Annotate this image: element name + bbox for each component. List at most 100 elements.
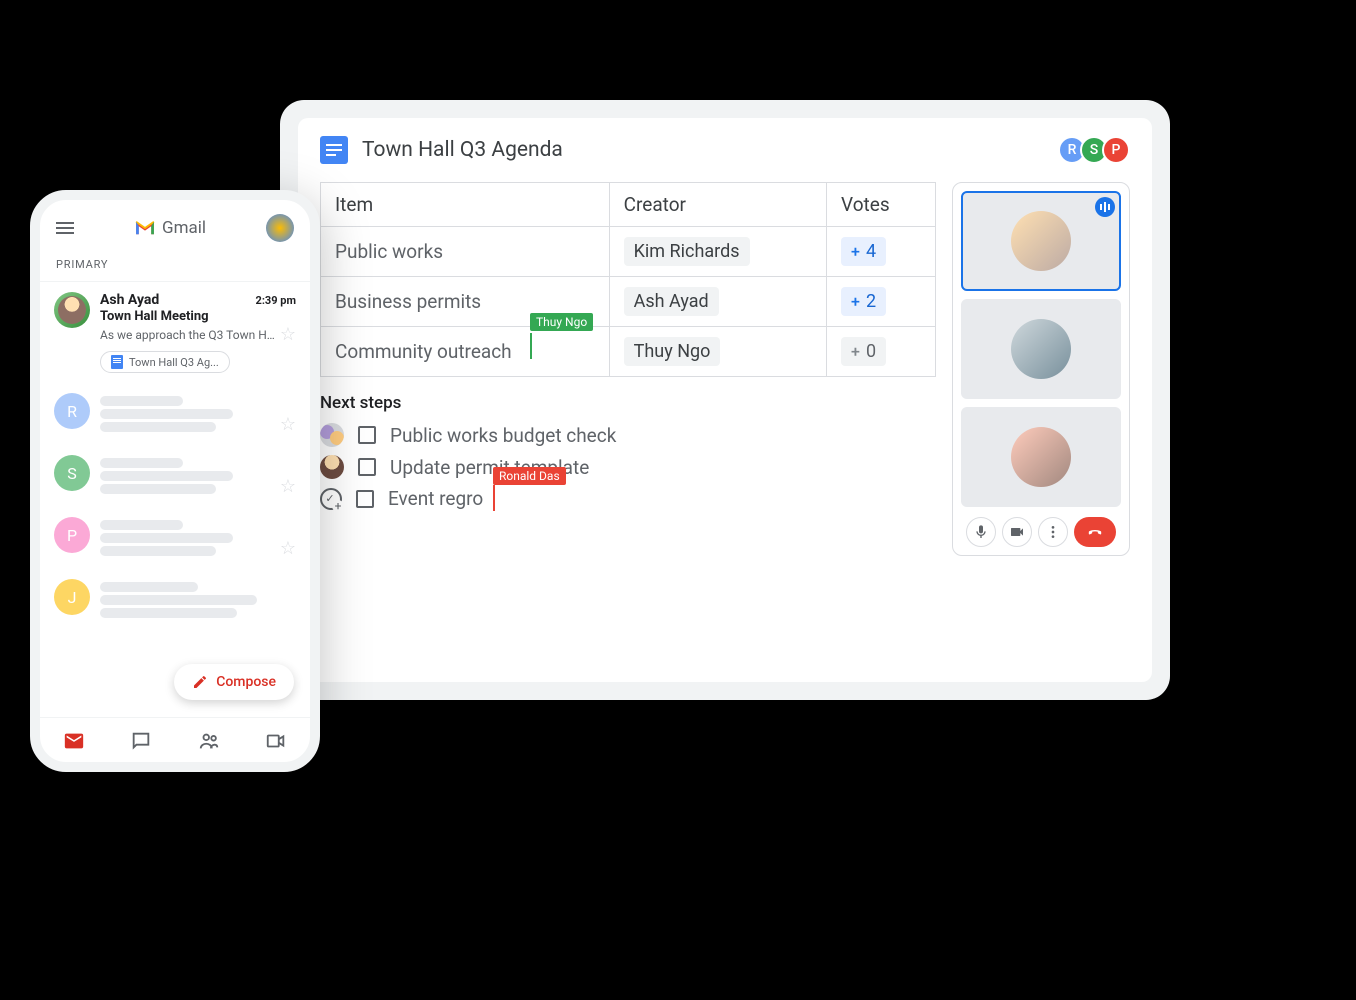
creator-chip[interactable]: Kim Richards [624,237,750,266]
laptop-frame: Town Hall Q3 Agenda R S P Item Creator V… [280,100,1170,700]
creator-chip[interactable]: Thuy Ngo [624,337,721,366]
more-vertical-icon [1045,524,1061,540]
participant-video [1011,427,1071,487]
email-item-placeholder[interactable]: P ☆ [40,507,310,569]
phone-frame: Gmail PRIMARY Ash Ayad 2:39 pm Town Hall… [30,190,320,772]
collab-cursor-red [493,485,495,511]
email-time: 2:39 pm [256,294,296,307]
collab-cursor-label-red: Ronald Das [493,467,566,485]
agenda-table[interactable]: Item Creator Votes Public works Kim Rich… [320,182,936,377]
task-row[interactable]: Public works budget check [320,423,936,447]
sender-avatar-icon [54,292,90,328]
add-task-icon[interactable] [320,488,342,510]
email-item-placeholder[interactable]: R ☆ [40,383,310,445]
inbox-category-label[interactable]: PRIMARY [40,250,310,282]
task-row[interactable]: Update permit template [320,455,936,479]
task-text[interactable]: Event regro Ronald Das [388,487,483,510]
meet-panel [952,182,1130,556]
gmail-m-icon [134,220,156,236]
checkbox[interactable] [358,426,376,444]
attachment-chip[interactable]: Town Hall Q3 Ag... [100,351,230,373]
vote-chip[interactable]: +2 [841,287,886,316]
sender-avatar-icon: S [54,455,90,491]
attachment-name: Town Hall Q3 Ag... [129,356,219,369]
people-icon [198,730,220,752]
docs-app: Town Hall Q3 Agenda R S P Item Creator V… [298,118,1152,682]
meet-tab[interactable] [265,730,287,752]
th-creator: Creator [609,183,826,227]
th-votes: Votes [827,183,936,227]
bottom-nav [40,717,310,762]
star-icon[interactable]: ☆ [280,414,296,435]
google-docs-icon [320,136,348,164]
speaking-indicator-icon [1095,197,1115,217]
star-icon[interactable]: ☆ [280,324,296,345]
vote-chip[interactable]: +4 [841,237,886,266]
account-avatar[interactable] [266,214,294,242]
email-item[interactable]: Ash Ayad 2:39 pm Town Hall Meeting As we… [40,282,310,383]
table-row: Business permits Ash Ayad +2 [321,277,936,327]
chat-icon [130,730,152,752]
collab-cursor-label-green: Thuy Ngo [530,313,593,331]
email-sender: Ash Ayad [100,292,159,308]
email-item-placeholder[interactable]: S ☆ [40,445,310,507]
chat-tab[interactable] [130,730,152,752]
docs-header: Town Hall Q3 Agenda R S P [320,136,1130,164]
video-icon [265,730,287,752]
star-icon[interactable]: ☆ [280,476,296,497]
menu-button[interactable] [56,222,74,234]
email-item-placeholder[interactable]: J [40,569,310,631]
participant-video [1011,319,1071,379]
mail-icon [63,730,85,752]
compose-button[interactable]: Compose [174,664,294,700]
meet-participant-tile[interactable] [961,407,1121,507]
checkbox[interactable] [356,490,374,508]
collaborator-avatar-p[interactable]: P [1102,136,1130,164]
hangup-icon [1087,524,1103,540]
hangup-button[interactable] [1074,517,1116,547]
next-steps-heading: Next steps [320,393,936,413]
cell-item[interactable]: Community outreach Thuy Ngo [321,327,610,377]
mic-icon [973,524,989,540]
collab-cursor-green [530,333,532,359]
camera-button[interactable] [1002,517,1032,547]
next-steps-section: Next steps Public works budget check Upd… [320,393,936,510]
checkbox[interactable] [358,458,376,476]
star-icon[interactable]: ☆ [280,538,296,559]
compose-label: Compose [216,674,276,690]
vote-chip[interactable]: +0 [841,337,886,366]
spaces-tab[interactable] [198,730,220,752]
task-text[interactable]: Public works budget check [390,424,616,447]
camera-icon [1009,524,1025,540]
cell-item[interactable]: Public works [321,227,610,277]
meet-participant-tile[interactable] [961,299,1121,399]
docs-content[interactable]: Item Creator Votes Public works Kim Rich… [320,182,936,556]
docs-attachment-icon [111,355,123,369]
pencil-icon [192,674,208,690]
gmail-header: Gmail [40,200,310,250]
participant-video [1011,211,1071,271]
table-row: Public works Kim Richards +4 [321,227,936,277]
collaborator-avatars: R S P [1064,136,1130,164]
th-item: Item [321,183,610,227]
assignee-avatar-icon[interactable] [320,423,344,447]
plus-icon: + [851,242,860,261]
mic-button[interactable] [966,517,996,547]
email-subject: Town Hall Meeting [100,309,296,324]
mail-tab[interactable] [63,730,85,752]
gmail-logo: Gmail [134,218,206,238]
gmail-app-name: Gmail [162,218,206,238]
assignee-avatar-icon[interactable] [320,455,344,479]
docs-title[interactable]: Town Hall Q3 Agenda [362,138,563,162]
plus-icon: + [851,342,860,361]
email-preview: As we approach the Q3 Town Ha... [100,328,276,342]
meet-participant-tile[interactable] [961,191,1121,291]
more-options-button[interactable] [1038,517,1068,547]
meet-controls [961,515,1121,547]
plus-icon: + [851,292,860,311]
creator-chip[interactable]: Ash Ayad [624,287,719,316]
task-row[interactable]: Event regro Ronald Das [320,487,936,510]
sender-avatar-icon: P [54,517,90,553]
sender-avatar-icon: J [54,579,90,615]
sender-avatar-icon: R [54,393,90,429]
